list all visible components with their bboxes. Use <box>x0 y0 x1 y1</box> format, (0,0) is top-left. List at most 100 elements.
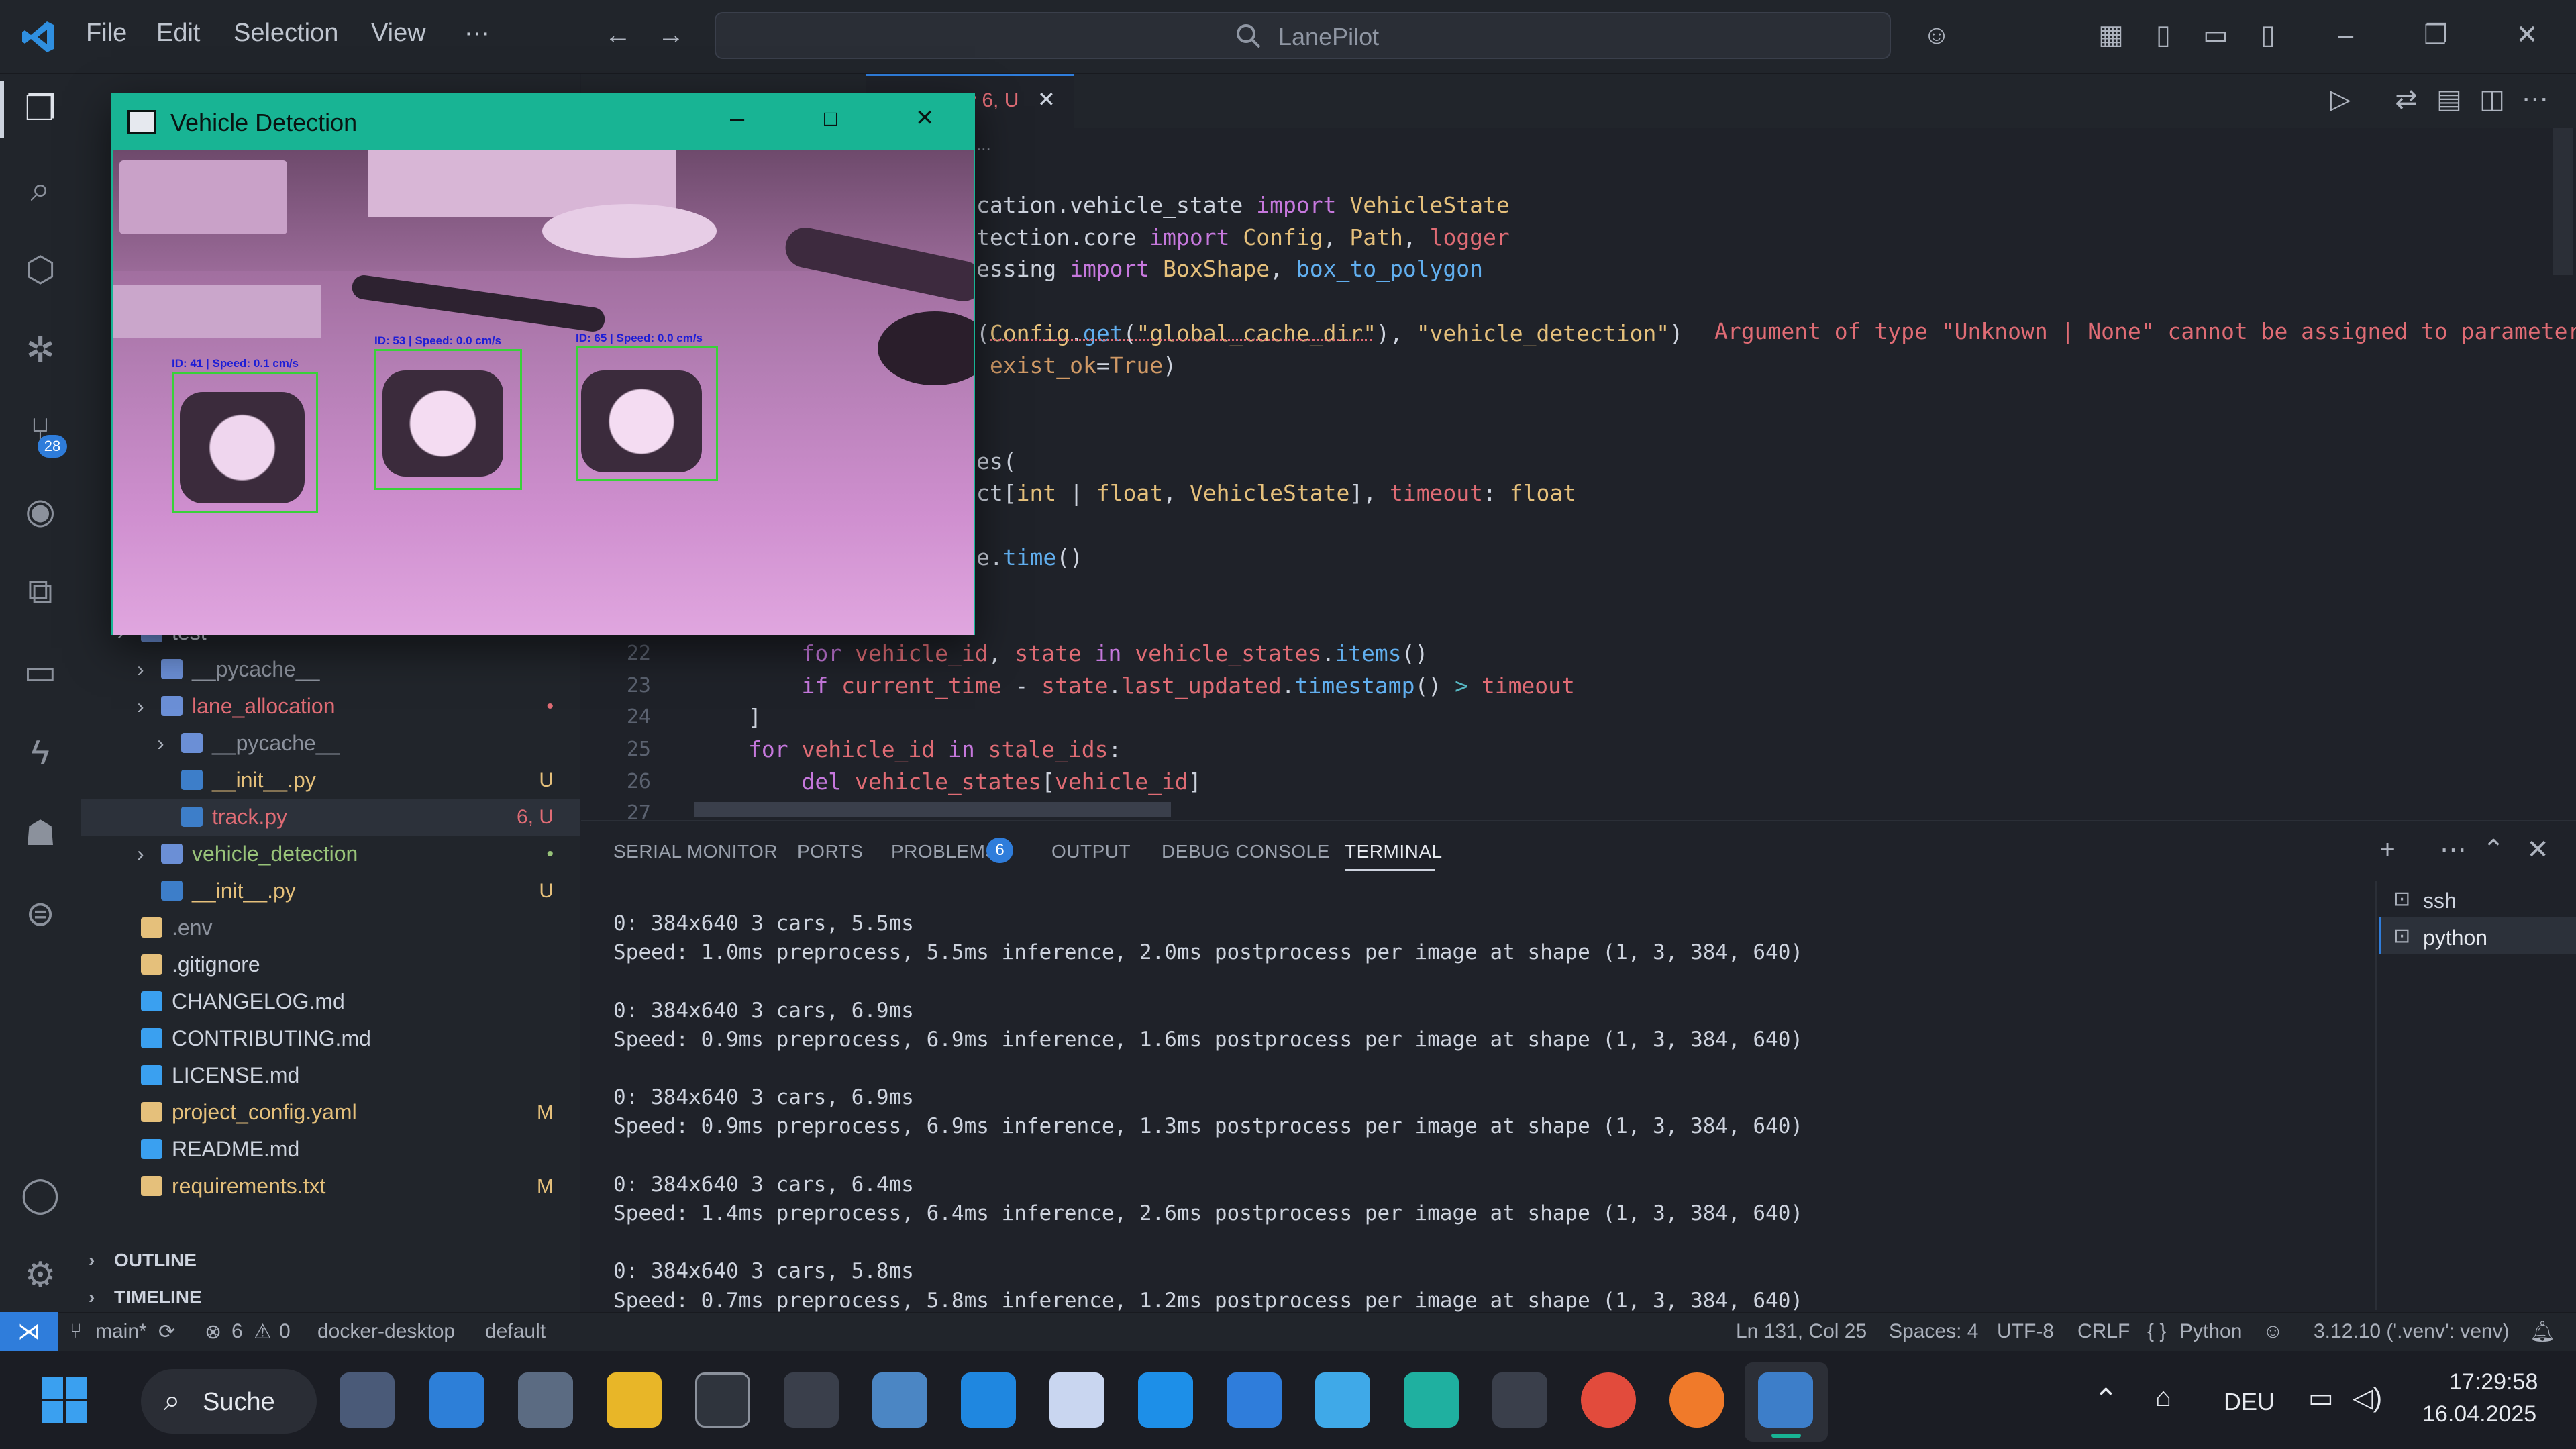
azure-app-icon[interactable] <box>1315 1372 1370 1428</box>
usb-icon[interactable]: ⌂ <box>2155 1383 2171 1413</box>
volume-icon[interactable]: ◁) <box>2353 1383 2382 1413</box>
debug-icon[interactable]: ✲ <box>13 323 67 377</box>
calculator-app-icon[interactable] <box>518 1372 573 1428</box>
toggle-sidebar-icon[interactable]: ▯ <box>2146 17 2181 52</box>
line-ending[interactable]: CRLF <box>2077 1320 2130 1343</box>
terminal-app-icon[interactable] <box>695 1372 750 1428</box>
clock-date[interactable]: 16.04.2025 <box>2422 1401 2536 1428</box>
tab-terminal[interactable]: TERMINAL <box>1345 841 1443 862</box>
close-panel-icon[interactable]: ✕ <box>2520 832 2555 867</box>
photos-app-icon[interactable] <box>429 1372 484 1428</box>
error-count[interactable]: 6 <box>231 1320 243 1343</box>
extensions-puzzle-icon[interactable]: ⬡ <box>13 243 67 297</box>
timeline-section[interactable]: › TIMELINE <box>81 1279 580 1315</box>
search-icon[interactable]: ⌕ <box>13 162 67 216</box>
horizontal-scrollbar[interactable] <box>694 802 1171 817</box>
vs-app-icon[interactable] <box>1404 1372 1459 1428</box>
window-close-icon[interactable]: ✕ <box>915 105 935 132</box>
close-tab-icon[interactable]: ✕ <box>1037 87 1055 112</box>
firefox-app-icon[interactable] <box>1669 1372 1724 1428</box>
notifications-bell-icon[interactable]: 🔔︎ <box>2530 1320 2555 1344</box>
network-icon[interactable]: ▭ <box>2308 1383 2334 1413</box>
tab-ports[interactable]: PORTS <box>797 841 863 862</box>
lightning-icon[interactable]: ϟ <box>13 726 67 780</box>
menu-file[interactable]: File <box>86 19 127 48</box>
tree-item[interactable]: CONTRIBUTING.md <box>81 1020 580 1057</box>
sync-icon[interactable]: ⟳ <box>158 1320 175 1344</box>
python-app-icon[interactable] <box>1758 1372 1813 1428</box>
split-editor-icon[interactable]: ◫ <box>2475 82 2510 117</box>
menu-edit[interactable]: Edit <box>156 19 200 48</box>
terminal-python[interactable]: ⊡ python <box>2379 917 2576 954</box>
remote-indicator-icon[interactable]: ⋊ <box>0 1312 58 1351</box>
menu-view[interactable]: View <box>371 19 426 48</box>
tree-item[interactable]: requirements.txt M <box>81 1168 580 1205</box>
menu-selection[interactable]: Selection <box>234 19 338 48</box>
tab-output[interactable]: OUTPUT <box>1051 841 1131 862</box>
settings-gear-icon[interactable]: ⚙ <box>13 1248 67 1302</box>
toggle-secondary-sidebar-icon[interactable]: ▯ <box>2251 17 2285 52</box>
tree-item[interactable]: CHANGELOG.md <box>81 983 580 1020</box>
encoding[interactable]: UTF-8 <box>1997 1320 2054 1343</box>
tree-item[interactable]: .gitignore <box>81 946 580 983</box>
chevron-up-icon[interactable]: ⌃ <box>2094 1383 2118 1417</box>
close-icon[interactable]: ✕ <box>2510 17 2544 52</box>
more-actions-icon[interactable]: ⋯ <box>2518 82 2553 117</box>
maximize-panel-icon[interactable]: ⌃ <box>2476 832 2511 867</box>
git-branch[interactable]: main* <box>95 1320 147 1343</box>
cursor-position[interactable]: Ln 131, Col 25 <box>1736 1320 1867 1343</box>
tree-item[interactable]: __init__.py U <box>81 872 580 909</box>
indentation[interactable]: Spaces: 4 <box>1889 1320 1978 1343</box>
tree-item[interactable]: › vehicle_detection • <box>81 836 580 872</box>
tree-item[interactable]: project_config.yaml M <box>81 1094 580 1131</box>
language-indicator[interactable]: DEU <box>2224 1388 2275 1416</box>
github-icon[interactable]: ◉ <box>13 485 67 538</box>
menu-more[interactable]: ··· <box>464 19 490 48</box>
restore-icon[interactable]: ❐ <box>2418 17 2453 52</box>
compare-icon[interactable]: ⇄ <box>2389 82 2424 117</box>
tree-item[interactable]: LICENSE.md <box>81 1057 580 1094</box>
minimize-icon[interactable]: – <box>2328 17 2363 52</box>
warning-count[interactable]: 0 <box>279 1320 291 1343</box>
terminal-ssh[interactable]: ⊡ ssh <box>2379 881 2576 917</box>
tree-item[interactable]: track.py 6, U <box>81 799 580 836</box>
docker-context[interactable]: docker-desktop <box>317 1320 455 1343</box>
robot-icon[interactable]: ☗ <box>13 807 67 860</box>
tab-debug-console[interactable]: DEBUG CONSOLE <box>1162 841 1330 862</box>
window-maximize-icon[interactable]: □ <box>824 106 837 131</box>
docker-icon[interactable]: ⊜ <box>13 887 67 941</box>
stack-app-icon[interactable] <box>1227 1372 1282 1428</box>
taskbar-search[interactable]: ⌕ Suche <box>141 1369 317 1434</box>
python-interpreter[interactable]: 3.12.10 ('.venv': venv) <box>2314 1320 2510 1343</box>
copilot-status-icon[interactable]: ☺ <box>2263 1320 2283 1343</box>
file-explorer-icon[interactable] <box>607 1372 662 1428</box>
more-actions-icon[interactable]: ⋯ <box>2436 832 2471 867</box>
profile[interactable]: default <box>485 1320 546 1343</box>
copilot-icon[interactable]: ☺ <box>1919 17 1954 52</box>
godot-app-icon[interactable] <box>872 1372 927 1428</box>
vertical-scrollbar[interactable] <box>2553 128 2573 275</box>
command-center-search[interactable]: LanePilot <box>715 12 1891 59</box>
tree-item[interactable]: › lane_allocation • <box>81 688 580 725</box>
tree-item[interactable]: › __pycache__ <box>81 725 580 762</box>
unity-app-icon[interactable] <box>784 1372 839 1428</box>
open-preview-icon[interactable]: ▤ <box>2432 82 2467 117</box>
tab-serial-monitor[interactable]: SERIAL MONITOR <box>613 841 778 862</box>
chrome-app-icon[interactable] <box>1581 1372 1636 1428</box>
vscode-taskbar-icon[interactable] <box>961 1372 1016 1428</box>
language-mode[interactable]: Python <box>2179 1320 2242 1343</box>
run-icon[interactable]: ▷ <box>2323 82 2358 117</box>
outline-section[interactable]: › OUTLINE <box>81 1242 580 1279</box>
settings-app-icon[interactable] <box>340 1372 395 1428</box>
account-icon[interactable]: ◯ <box>13 1168 67 1221</box>
back-arrow-icon[interactable]: ← <box>601 17 635 52</box>
arc-app-icon[interactable] <box>1049 1372 1104 1428</box>
docker-app-icon[interactable] <box>1138 1372 1193 1428</box>
tree-item[interactable]: README.md <box>81 1131 580 1168</box>
chat-icon[interactable]: ▭ <box>13 646 67 699</box>
clock-time[interactable]: 17:29:58 <box>2449 1369 2538 1395</box>
windows-start-icon[interactable] <box>42 1377 87 1423</box>
tree-item[interactable]: .env <box>81 909 580 946</box>
breadcrumb[interactable]: ... <box>976 134 991 155</box>
vehicle-detection-window[interactable]: Vehicle Detection – □ ✕ ID: 41 | Speed: … <box>111 93 975 635</box>
